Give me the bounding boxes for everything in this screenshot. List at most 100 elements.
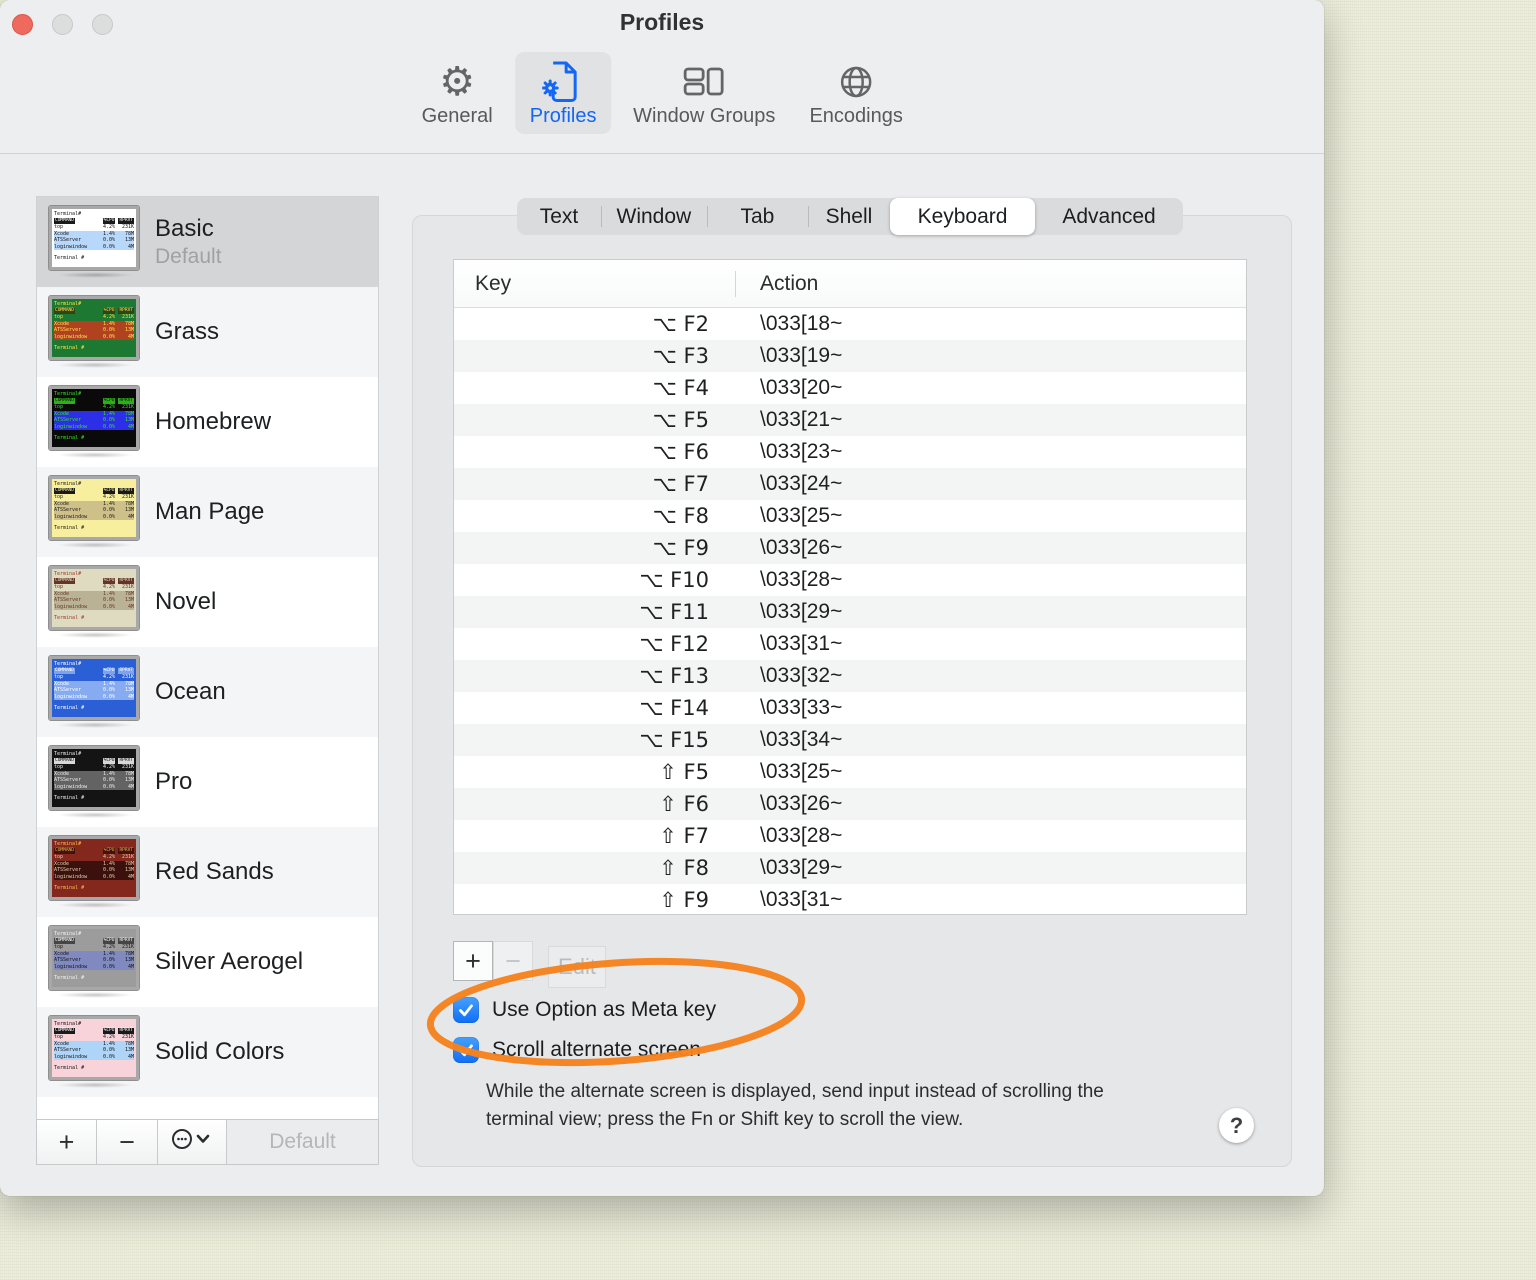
table-row[interactable]: ⇧ F7 \033[28~ <box>454 820 1246 852</box>
add-profile-button[interactable]: + <box>36 1119 97 1165</box>
tab-advanced[interactable]: Advanced <box>1035 198 1183 235</box>
table-row[interactable]: ⌥ F11 \033[29~ <box>454 596 1246 628</box>
mini-process-name: loginwindow <box>54 243 88 250</box>
sidebar-item-red-sands[interactable]: Terminal# COMMAND %CPU RPRVT top 4.2% 231K Xcod… <box>37 827 378 917</box>
table-row[interactable]: ⌥ F4 \033[20~ <box>454 372 1246 404</box>
key-cell: ⌥ F5 <box>652 408 709 432</box>
tab-tab[interactable]: Tab <box>706 198 808 235</box>
toolbar-item-encodings[interactable]: Encodings <box>797 52 914 134</box>
toolbar-item-general[interactable]: ⚙ General <box>409 52 505 134</box>
sidebar-item-novel[interactable]: Terminal# COMMAND %CPU RPRVT top 4.2% 231K Xcod… <box>37 557 378 647</box>
action-cell: \033[29~ <box>760 600 843 623</box>
table-row[interactable]: ⌥ F6 \033[23~ <box>454 436 1246 468</box>
profile-text: Novel <box>155 588 216 616</box>
profile-thumbnail: Terminal# COMMAND %CPU RPRVT top 4.2% 231K Xcod… <box>48 205 141 278</box>
sidebar-item-man-page[interactable]: Terminal# COMMAND %CPU RPRVT top 4.2% 231K Xcod… <box>37 467 378 557</box>
action-cell: \033[26~ <box>760 536 843 559</box>
mini-prompt-bottom: Terminal # <box>54 525 85 531</box>
mini-process-cpu: 0.0% <box>102 513 115 520</box>
table-row[interactable]: ⇧ F9 \033[31~ <box>454 884 1246 914</box>
mini-terminal-frame: Terminal# COMMAND %CPU RPRVT top 4.2% 231K Xcod… <box>48 925 140 991</box>
table-row[interactable]: ⌥ F2 \033[18~ <box>454 308 1246 340</box>
mini-prompt-bottom: Terminal # <box>54 615 85 621</box>
mini-process-cpu: 0.0% <box>102 243 115 250</box>
table-row[interactable]: ⌥ F7 \033[24~ <box>454 468 1246 500</box>
checkbox-checked-icon[interactable] <box>453 997 479 1023</box>
mini-prompt-bottom: Terminal # <box>54 705 85 711</box>
mini-process-name: loginwindow <box>54 513 88 520</box>
key-cell: ⌥ F8 <box>652 504 709 528</box>
table-row[interactable]: ⌥ F10 \033[28~ <box>454 564 1246 596</box>
toolbar-item-window-groups[interactable]: Window Groups <box>621 52 787 134</box>
sidebar-item-grass[interactable]: Terminal# COMMAND %CPU RPRVT top 4.2% 231K Xcod… <box>37 287 378 377</box>
remove-binding-button[interactable]: − <box>493 941 533 981</box>
mini-prompt-bottom: Terminal # <box>54 255 85 261</box>
tab-keyboard[interactable]: Keyboard <box>889 198 1036 235</box>
table-row[interactable]: ⌥ F12 \033[31~ <box>454 628 1246 660</box>
mini-terminal-frame: Terminal# COMMAND %CPU RPRVT top 4.2% 231K Xcod… <box>48 655 140 721</box>
add-binding-button[interactable]: + <box>453 941 493 981</box>
use-option-as-meta-checkbox-row[interactable]: Use Option as Meta key <box>453 997 716 1023</box>
thumbnail-reflection <box>57 812 133 818</box>
key-cell: ⌥ F9 <box>652 536 709 560</box>
sidebar-item-basic[interactable]: Terminal# COMMAND %CPU RPRVT top 4.2% 231K Xcod… <box>37 197 378 287</box>
mini-process-row: loginwindow 0.0% 4M <box>54 873 134 880</box>
help-button[interactable]: ? <box>1219 1108 1254 1143</box>
toolbar-item-label: Window Groups <box>633 105 776 127</box>
mini-terminal-screen: Terminal# COMMAND %CPU RPRVT top 4.2% 231K Xcod… <box>52 209 136 264</box>
document-gear-icon-wrap <box>542 61 584 103</box>
key-cell: ⌥ F11 <box>639 600 709 624</box>
table-row[interactable]: ⌥ F8 \033[25~ <box>454 500 1246 532</box>
sidebar-item-pro[interactable]: Terminal# COMMAND %CPU RPRVT top 4.2% 231K Xcod… <box>37 737 378 827</box>
sidebar-item-silver-aerogel[interactable]: Terminal# COMMAND %CPU RPRVT top 4.2% 231K Xcod… <box>37 917 378 1007</box>
table-row[interactable]: ⇧ F5 \033[25~ <box>454 756 1246 788</box>
column-header-action[interactable]: Action <box>736 272 818 296</box>
table-row[interactable]: ⇧ F6 \033[26~ <box>454 788 1246 820</box>
mini-process-row: loginwindow 0.0% 4M <box>54 603 134 610</box>
mini-process-cpu: 0.0% <box>102 783 115 790</box>
sidebar-item-solid-colors[interactable]: Terminal# COMMAND %CPU RPRVT top 4.2% 231K Xcod… <box>37 1007 378 1097</box>
mini-terminal-screen: Terminal# COMMAND %CPU RPRVT top 4.2% 231K Xcod… <box>52 839 136 894</box>
mini-process-mem: 4M <box>127 513 134 520</box>
mini-terminal-screen: Terminal# COMMAND %CPU RPRVT top 4.2% 231K Xcod… <box>52 299 136 354</box>
mini-process-name: loginwindow <box>54 693 88 700</box>
table-row[interactable]: ⌥ F5 \033[21~ <box>454 404 1246 436</box>
action-cell: \033[28~ <box>760 824 843 847</box>
key-cell: ⌥ F7 <box>652 472 709 496</box>
column-header-key[interactable]: Key <box>454 272 735 296</box>
titlebar: Profiles ⚙ General Profiles Window Groups En… <box>0 0 1324 154</box>
profile-list: Terminal# COMMAND %CPU RPRVT top 4.2% 231K Xcod… <box>37 197 378 1118</box>
sidebar-item-homebrew[interactable]: Terminal# COMMAND %CPU RPRVT top 4.2% 231K Xcod… <box>37 377 378 467</box>
table-row[interactable]: ⌥ F13 \033[32~ <box>454 660 1246 692</box>
edit-binding-button[interactable]: Edit <box>548 946 606 988</box>
thumbnail-reflection <box>57 632 133 638</box>
toolbar-item-label: Encodings <box>809 105 903 127</box>
profile-text: Man Page <box>155 498 264 526</box>
sidebar-item-ocean[interactable]: Terminal# COMMAND %CPU RPRVT top 4.2% 231K Xcod… <box>37 647 378 737</box>
table-row[interactable]: ⇧ F8 \033[29~ <box>454 852 1246 884</box>
profile-actions-menu-button[interactable] <box>157 1119 227 1165</box>
remove-profile-button[interactable]: − <box>96 1119 158 1165</box>
key-cell: ⌥ F13 <box>639 664 709 688</box>
tab-shell[interactable]: Shell <box>808 198 890 235</box>
checkbox-checked-icon[interactable] <box>453 1037 479 1063</box>
table-row[interactable]: ⌥ F15 \033[34~ <box>454 724 1246 756</box>
key-bindings-table: Key Action ⌥ F2 \033[18~ ⌥ F3 \033[19~ ⌥ F4 \… <box>453 259 1247 915</box>
alternate-screen-help-text: While the alternate screen is displayed,… <box>486 1081 1104 1130</box>
table-row[interactable]: ⌥ F14 \033[33~ <box>454 692 1246 724</box>
tab-text[interactable]: Text <box>517 198 601 235</box>
scroll-alternate-screen-checkbox-row[interactable]: Scroll alternate screen <box>453 1037 701 1063</box>
mini-process-mem: 4M <box>127 333 134 340</box>
set-default-button[interactable]: Default <box>226 1119 379 1165</box>
toolbar-item-profiles[interactable]: Profiles <box>515 52 612 134</box>
profile-name: Novel <box>155 588 217 615</box>
table-row[interactable]: ⌥ F3 \033[19~ <box>454 340 1246 372</box>
mini-process-name: loginwindow <box>54 603 88 610</box>
profile-name: Pro <box>155 768 193 795</box>
tab-window[interactable]: Window <box>600 198 707 235</box>
mini-process-name: loginwindow <box>54 423 88 430</box>
mini-terminal-frame: Terminal# COMMAND %CPU RPRVT top 4.2% 231K Xcod… <box>48 205 140 271</box>
mini-process-name: loginwindow <box>54 873 88 880</box>
table-row[interactable]: ⌥ F9 \033[26~ <box>454 532 1246 564</box>
thumbnail-reflection <box>57 452 133 458</box>
